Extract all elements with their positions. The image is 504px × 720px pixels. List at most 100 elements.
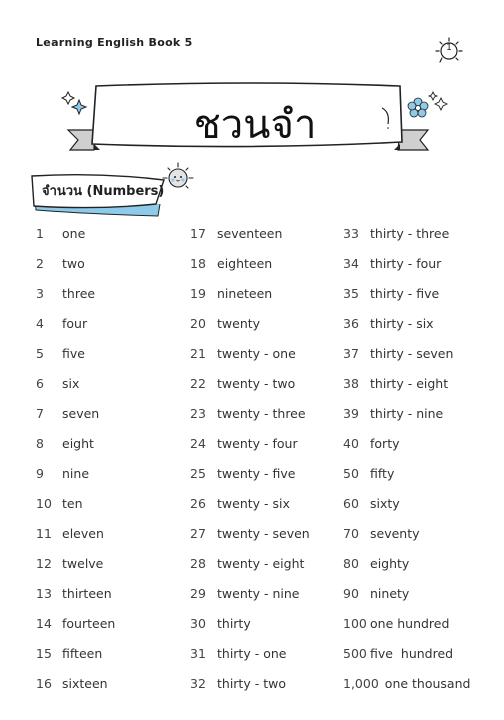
number-word: fourteen xyxy=(62,615,116,631)
number-row: 26 twenty - six xyxy=(190,488,310,518)
number-row: 18 eighteen xyxy=(190,248,310,278)
number-digit: 5 xyxy=(36,345,44,361)
number-digit: 100 xyxy=(343,615,367,631)
number-digit: 18 xyxy=(190,255,206,271)
number-row: 29 twenty - nine xyxy=(190,578,310,608)
number-word: twenty - five xyxy=(217,465,296,481)
number-digit: 25 xyxy=(190,465,206,481)
book-title: Learning English Book 5 xyxy=(36,36,193,49)
number-word: thirty - eight xyxy=(370,375,449,391)
number-row: 36 thirty - six xyxy=(343,308,470,338)
number-digit: 8 xyxy=(36,435,44,451)
number-row: 80 eighty xyxy=(343,548,470,578)
number-word: three xyxy=(62,285,96,301)
number-word: nineteen xyxy=(217,285,273,301)
number-word: five xyxy=(62,345,85,361)
number-word: nine xyxy=(62,465,90,481)
number-word: thirty - five xyxy=(370,285,440,301)
number-row: 50 fifty xyxy=(343,458,470,488)
number-word: thirteen xyxy=(62,585,112,601)
number-word: six xyxy=(62,375,80,391)
number-row: 1 one xyxy=(36,218,115,248)
number-word: sixty xyxy=(370,495,400,511)
number-row: 2 two xyxy=(36,248,115,278)
number-digit: 28 xyxy=(190,555,206,571)
number-row: 28 twenty - eight xyxy=(190,548,310,578)
number-digit: 40 xyxy=(343,435,359,451)
number-word: twelve xyxy=(62,555,104,571)
number-row: 19 nineteen xyxy=(190,278,310,308)
number-word: eighty xyxy=(370,555,410,571)
numbers-column-2: 17 seventeen 18 eighteen 19 nineteen 20 twenty 2… xyxy=(190,218,310,698)
number-digit: 30 xyxy=(190,615,206,631)
number-row: 24 twenty - four xyxy=(190,428,310,458)
number-row: 1,000 one thousand xyxy=(343,668,470,698)
number-row: 11 eleven xyxy=(36,518,115,548)
number-digit: 37 xyxy=(343,345,359,361)
number-row: 27 twenty - seven xyxy=(190,518,310,548)
number-digit: 11 xyxy=(36,525,52,541)
number-row: 7 seven xyxy=(36,398,115,428)
number-row: 21 twenty - one xyxy=(190,338,310,368)
number-word: twenty - four xyxy=(217,435,298,451)
number-digit: 4 xyxy=(36,315,44,331)
sun-face-icon xyxy=(162,162,194,189)
number-digit: 23 xyxy=(190,405,206,421)
number-word: five hundred xyxy=(370,645,454,661)
number-digit: 19 xyxy=(190,285,206,301)
number-word: twenty - three xyxy=(217,405,306,421)
number-row: 33 thirty - three xyxy=(343,218,470,248)
page-number-badge: 1 xyxy=(434,36,464,66)
number-word: twenty - one xyxy=(217,345,296,361)
number-digit: 21 xyxy=(190,345,206,361)
number-digit: 24 xyxy=(190,435,206,451)
number-digit: 70 xyxy=(343,525,359,541)
number-row: 15 fifteen xyxy=(36,638,115,668)
number-digit: 31 xyxy=(190,645,206,661)
number-digit: 36 xyxy=(343,315,359,331)
number-digit: 20 xyxy=(190,315,206,331)
number-row: 6 six xyxy=(36,368,115,398)
number-row: 60 sixty xyxy=(343,488,470,518)
section-heading: จำนวน (Numbers) xyxy=(28,160,208,222)
number-digit: 33 xyxy=(343,225,359,241)
number-digit: 32 xyxy=(190,675,206,691)
page-number: 1 xyxy=(446,43,452,53)
number-word: thirty - seven xyxy=(370,345,454,361)
number-word: ninety xyxy=(370,585,410,601)
number-row: 8 eight xyxy=(36,428,115,458)
number-row: 500 five hundred xyxy=(343,638,470,668)
number-row: 3 three xyxy=(36,278,115,308)
number-digit: 1 xyxy=(36,225,44,241)
number-word: seventy xyxy=(370,525,420,541)
number-row: 10 ten xyxy=(36,488,115,518)
number-row: 23 twenty - three xyxy=(190,398,310,428)
number-word: twenty - nine xyxy=(217,585,300,601)
number-word: twenty xyxy=(217,315,261,331)
number-word: seventeen xyxy=(217,225,283,241)
number-digit: 39 xyxy=(343,405,359,421)
number-word: one hundred xyxy=(370,615,450,631)
number-digit: 29 xyxy=(190,585,206,601)
number-word: ten xyxy=(62,495,83,511)
number-digit: 27 xyxy=(190,525,206,541)
number-digit: 9 xyxy=(36,465,44,481)
number-row: 4 four xyxy=(36,308,115,338)
section-label: จำนวน (Numbers) xyxy=(42,184,165,199)
number-word: sixteen xyxy=(62,675,108,691)
number-row: 38 thirty - eight xyxy=(343,368,470,398)
number-digit: 14 xyxy=(36,615,52,631)
number-word: eight xyxy=(62,435,94,451)
number-word: thirty xyxy=(217,615,251,631)
number-digit: 17 xyxy=(190,225,206,241)
number-row: 30 thirty xyxy=(190,608,310,638)
number-digit: 50 xyxy=(343,465,359,481)
number-row: 17 seventeen xyxy=(190,218,310,248)
number-word: thirty - four xyxy=(370,255,442,271)
number-word: thirty - one xyxy=(217,645,287,661)
number-digit: 15 xyxy=(36,645,52,661)
number-digit: 60 xyxy=(343,495,359,511)
number-row: 12 twelve xyxy=(36,548,115,578)
number-digit: 10 xyxy=(36,495,52,511)
number-digit: 26 xyxy=(190,495,206,511)
